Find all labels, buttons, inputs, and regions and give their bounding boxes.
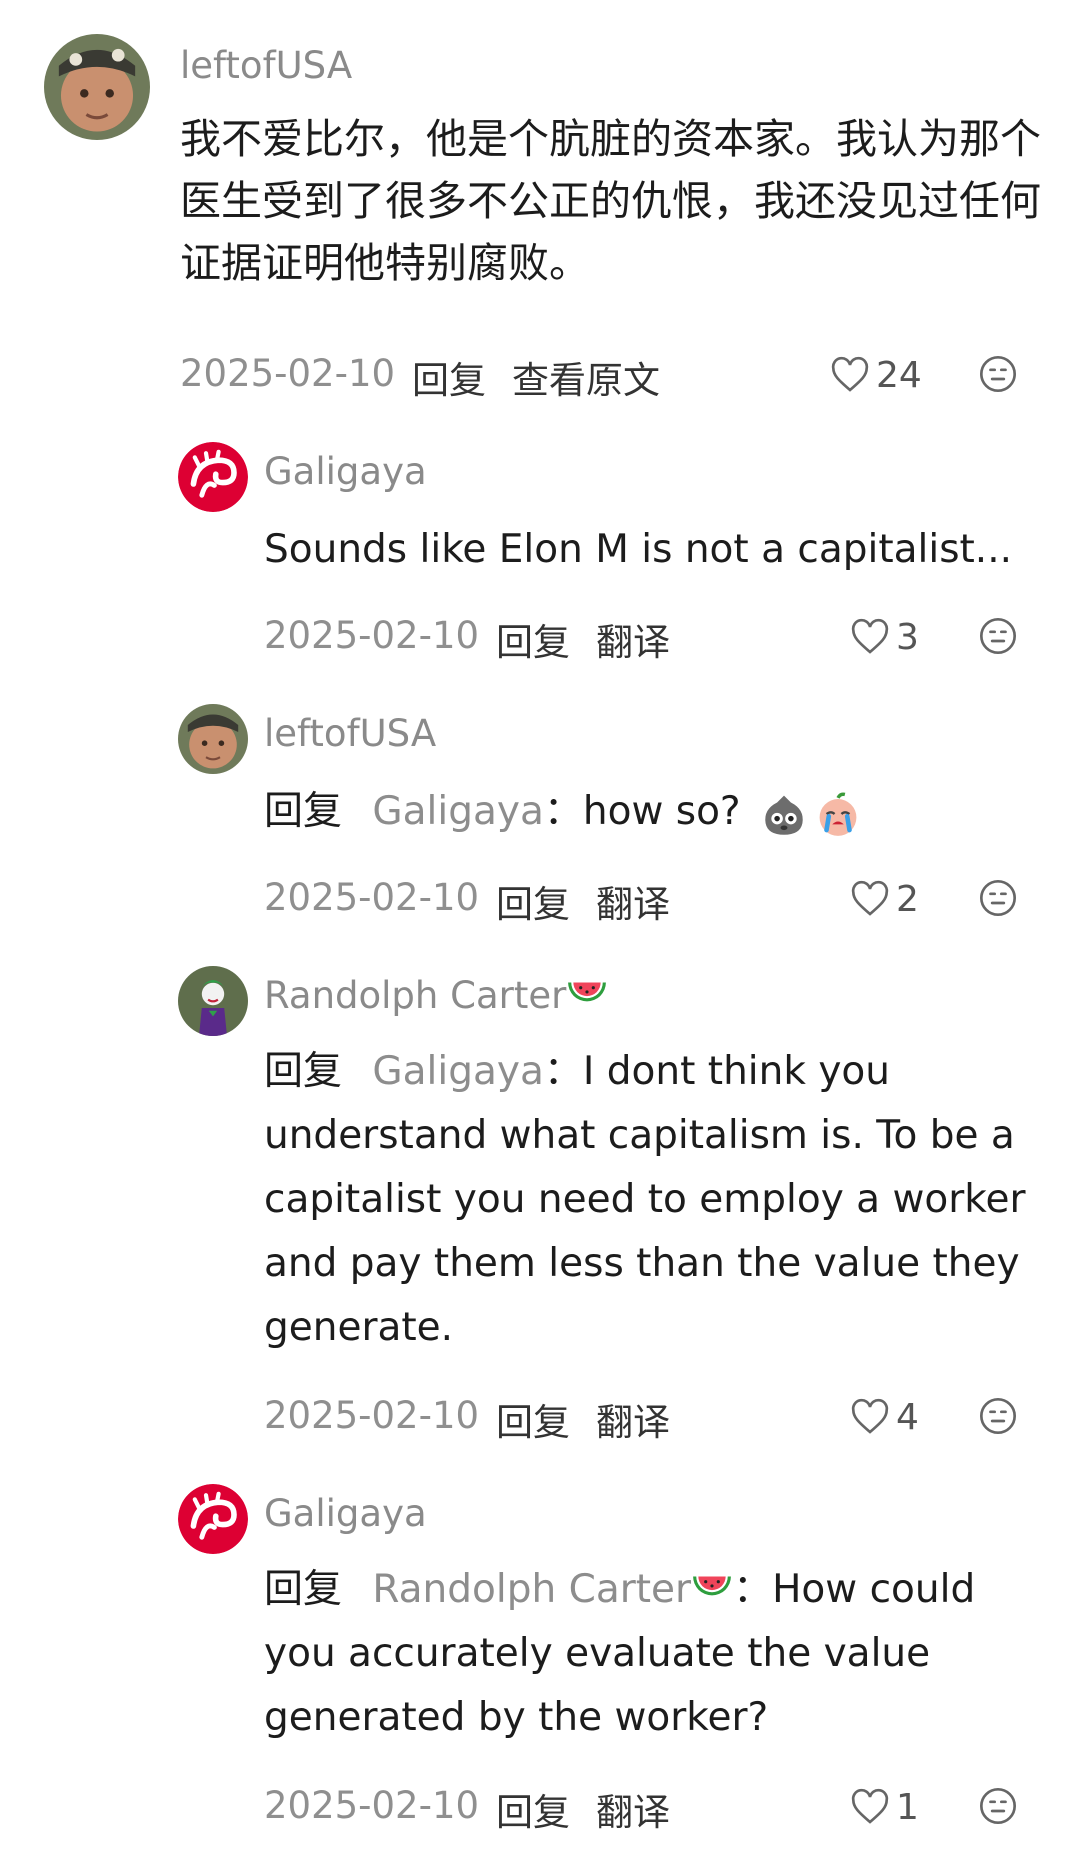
username[interactable]: Galigaya [264, 450, 427, 493]
comment-text-line: capitalist you need to employ a worker [264, 1177, 1026, 1222]
comment-text: 回复 Galigaya：how so? [264, 780, 1044, 844]
red-swirl-logo-avatar-icon [178, 442, 248, 512]
heart-icon [851, 1398, 889, 1434]
like-count: 24 [876, 354, 922, 396]
neutral-face-icon [980, 356, 1016, 392]
comment-date: 2025-02-10 [264, 1784, 480, 1827]
reaction-button[interactable] [978, 354, 1018, 394]
reply-target-username[interactable]: Galigaya [372, 789, 543, 834]
comment-text-line: 回复 Randolph Carter ：How could [264, 1558, 1044, 1622]
reply-button[interactable]: 回复 [496, 1392, 570, 1446]
comment-text-line: 证据证明他特别腐败。 [180, 239, 590, 287]
reply-prefix: 回复 [264, 1049, 343, 1094]
joker-character-avatar-icon [178, 966, 248, 1036]
comment-meta: 2025-02-10 回复 翻译 2 [264, 876, 1040, 926]
comment-meta: 2025-02-10 回复 翻译 3 [264, 614, 1040, 664]
comment-meta: 2025-02-10 回复 查看原文 24 [180, 352, 1040, 402]
comment-text-line: 医生受到了很多不公正的仇恨，我还没见过任何 [180, 177, 1041, 225]
like-count: 4 [896, 1396, 919, 1438]
comment-text-line: generated by the worker? [264, 1695, 769, 1740]
comment-text: 我不爱比尔，他是个肮脏的资本家。我认为那个 医生受到了很多不公正的仇恨，我还没见… [180, 108, 1050, 294]
separator: ： [733, 1567, 773, 1612]
reply-prefix: 回复 [264, 1567, 343, 1612]
comment-text: Sounds like Elon M is not a capitalist..… [264, 527, 1012, 572]
avatar[interactable] [178, 1484, 248, 1554]
reply-button[interactable]: 回复 [496, 874, 570, 928]
comment-meta: 2025-02-10 回复 翻译 1 [264, 1784, 1040, 1834]
neutral-face-icon [980, 880, 1016, 916]
comment-text-line: you accurately evaluate the value [264, 1631, 931, 1676]
neutral-face-icon [980, 1788, 1016, 1824]
like-button[interactable]: 3 [850, 614, 919, 660]
reply-target-text: Randolph Carter [372, 1567, 692, 1612]
heart-icon [831, 356, 869, 392]
heart-icon [851, 618, 889, 654]
watermelon-emoji-icon [691, 1570, 733, 1606]
comment-text-line: and pay them less than the value they [264, 1241, 1020, 1286]
red-swirl-logo-avatar-icon [178, 1484, 248, 1554]
heart-icon [851, 1788, 889, 1824]
neutral-face-icon [980, 618, 1016, 654]
crying-peach-face-emoji-icon [815, 791, 861, 837]
reaction-button[interactable] [978, 878, 1018, 918]
comment-text: 回复 Galigaya：I dont think you understand … [264, 1040, 1044, 1360]
comment-date: 2025-02-10 [264, 876, 480, 919]
like-count: 3 [896, 616, 919, 658]
translate-button[interactable]: 翻译 [596, 1392, 670, 1446]
reaction-button[interactable] [978, 616, 1018, 656]
comment-body: how so? [582, 789, 741, 834]
avatar[interactable] [178, 966, 248, 1036]
username[interactable]: leftofUSA [264, 712, 436, 755]
comment-text-line: 我不爱比尔，他是个肮脏的资本家。我认为那个 [180, 115, 1041, 163]
reply-button[interactable]: 回复 [496, 612, 570, 666]
like-button[interactable]: 2 [850, 876, 919, 922]
comment-date: 2025-02-10 [264, 1394, 480, 1437]
comment-text-line: understand what capitalism is. To be a [264, 1113, 1015, 1158]
reply-target-username[interactable]: Galigaya [372, 1049, 543, 1094]
username[interactable]: Galigaya [264, 1492, 427, 1535]
watermelon-emoji-icon [566, 976, 608, 1012]
username[interactable]: leftofUSA [180, 44, 352, 87]
comment-date: 2025-02-10 [264, 614, 480, 657]
reaction-button[interactable] [978, 1396, 1018, 1436]
comment-text-line: 回复 Galigaya：I dont think you [264, 1040, 1044, 1104]
comment-text: 回复 Randolph Carter ：How could you accurat… [264, 1558, 1044, 1750]
separator: ： [543, 1049, 583, 1094]
reply-button[interactable]: 回复 [412, 350, 486, 404]
neutral-face-icon [980, 1398, 1016, 1434]
translate-button[interactable]: 翻译 [596, 874, 670, 928]
grey-sack-face-emoji-icon [761, 791, 807, 837]
like-count: 1 [896, 1786, 919, 1828]
avatar[interactable] [178, 442, 248, 512]
like-count: 2 [896, 878, 919, 920]
comment-meta: 2025-02-10 回复 翻译 4 [264, 1394, 1040, 1444]
username[interactable]: Randolph Carter [264, 974, 608, 1017]
comment-body: I dont think you [582, 1049, 890, 1094]
translate-button[interactable]: 翻译 [596, 612, 670, 666]
reaction-button[interactable] [978, 1786, 1018, 1826]
reply-prefix: 回复 [264, 789, 343, 834]
avatar[interactable] [44, 34, 150, 140]
comment-thread: leftofUSA 我不爱比尔，他是个肮脏的资本家。我认为那个 医生受到了很多不… [0, 0, 1080, 1854]
user-avatar-photo-icon [44, 34, 150, 140]
reply-target-username[interactable]: Randolph Carter [372, 1567, 733, 1612]
comment-date: 2025-02-10 [180, 352, 396, 395]
avatar[interactable] [178, 704, 248, 774]
comment-text-line: generate. [264, 1305, 454, 1350]
translate-button[interactable]: 翻译 [596, 1782, 670, 1836]
like-button[interactable]: 24 [830, 352, 922, 398]
comment-body: How could [772, 1567, 976, 1612]
username-text: Randolph Carter [264, 974, 567, 1017]
like-button[interactable]: 4 [850, 1394, 919, 1440]
user-avatar-photo-icon [178, 704, 248, 774]
view-original-button[interactable]: 查看原文 [512, 350, 660, 404]
heart-icon [851, 880, 889, 916]
reply-button[interactable]: 回复 [496, 1782, 570, 1836]
like-button[interactable]: 1 [850, 1784, 919, 1830]
separator: ： [543, 789, 583, 834]
